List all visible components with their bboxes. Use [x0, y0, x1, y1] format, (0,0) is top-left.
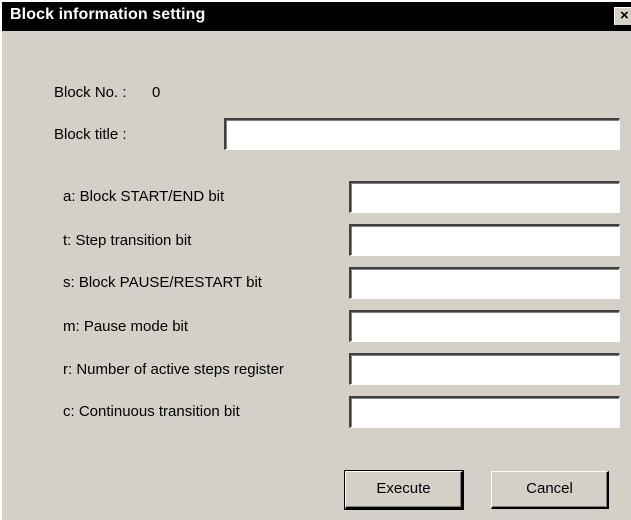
dialog-title: Block information setting	[10, 6, 206, 23]
block-pause-restart-bit-input[interactable]	[349, 267, 620, 299]
block-title-input[interactable]	[224, 118, 620, 150]
pause-mode-bit-input[interactable]	[349, 310, 620, 342]
block-pause-restart-bit-label: s: Block PAUSE/RESTART bit	[63, 274, 262, 291]
block-information-dialog: Block information setting × Block No. : …	[0, 0, 631, 520]
continuous-transition-bit-input[interactable]	[349, 396, 620, 428]
close-icon[interactable]: ×	[614, 7, 631, 25]
cancel-button[interactable]: Cancel	[491, 471, 609, 509]
block-title-label: Block title :	[54, 126, 127, 143]
block-start-end-bit-label: a: Block START/END bit	[63, 188, 225, 205]
step-transition-bit-input[interactable]	[349, 224, 620, 256]
execute-button[interactable]: Execute	[344, 470, 464, 510]
block-start-end-bit-input[interactable]	[349, 181, 620, 213]
block-no-label: Block No. :	[54, 84, 127, 101]
active-steps-register-input[interactable]	[349, 353, 620, 385]
title-bar[interactable]: Block information setting ×	[2, 2, 631, 31]
pause-mode-bit-label: m: Pause mode bit	[63, 318, 189, 335]
continuous-transition-bit-label: c: Continuous transition bit	[63, 403, 240, 420]
step-transition-bit-label: t: Step transition bit	[63, 232, 192, 249]
active-steps-register-label: r: Number of active steps register	[63, 361, 284, 378]
block-no-value: 0	[152, 84, 161, 101]
